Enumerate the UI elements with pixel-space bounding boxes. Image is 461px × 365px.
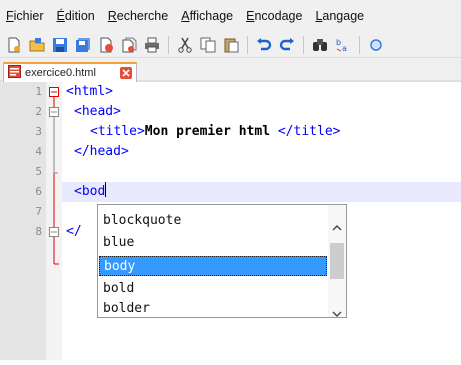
code-line-7: </ bbox=[66, 224, 82, 239]
close-all-icon[interactable] bbox=[119, 35, 139, 55]
scroll-up-icon[interactable] bbox=[332, 219, 342, 237]
new-file-icon[interactable] bbox=[4, 35, 24, 55]
tab-label: exercice0.html bbox=[25, 67, 96, 79]
toolbar: ba bbox=[0, 32, 461, 58]
toolbar-separator bbox=[359, 35, 360, 54]
replace-icon[interactable]: ba bbox=[333, 35, 353, 55]
autocomplete-item[interactable]: blue bbox=[99, 233, 327, 253]
menu-langage[interactable]: Langage bbox=[315, 9, 371, 23]
code-line-4: </head> bbox=[74, 144, 129, 159]
undo-icon[interactable] bbox=[254, 35, 274, 55]
tab-bar: exercice0.html bbox=[0, 58, 461, 82]
copy-icon[interactable] bbox=[198, 35, 218, 55]
code-line-1: <html> bbox=[66, 84, 113, 99]
menu-affichage[interactable]: Affichage bbox=[181, 9, 240, 23]
toolbar-separator bbox=[168, 35, 169, 54]
line-number: 8 bbox=[35, 225, 42, 238]
print-icon[interactable] bbox=[142, 35, 162, 55]
line-number: 4 bbox=[35, 145, 42, 158]
find-icon[interactable] bbox=[310, 35, 330, 55]
svg-text:b: b bbox=[336, 38, 341, 47]
cut-icon[interactable] bbox=[175, 35, 195, 55]
line-number: 5 bbox=[35, 165, 42, 178]
code-line-3: <title>Mon premier html </title> bbox=[90, 124, 341, 139]
autocomplete-popup: blockquote blue body bold bolder bbox=[97, 204, 347, 318]
line-number: 6 bbox=[35, 185, 42, 198]
scroll-thumb[interactable] bbox=[330, 243, 344, 279]
tab-exercice0[interactable]: exercice0.html bbox=[3, 62, 137, 82]
save-icon[interactable] bbox=[50, 35, 70, 55]
text-caret bbox=[105, 182, 107, 197]
autocomplete-item[interactable]: blockquote bbox=[99, 211, 327, 231]
toolbar-separator bbox=[303, 35, 304, 54]
svg-text:a: a bbox=[342, 44, 347, 53]
close-file-icon[interactable] bbox=[96, 35, 116, 55]
close-tab-icon[interactable] bbox=[120, 67, 132, 79]
menu-encodage[interactable]: Encodage bbox=[246, 9, 309, 23]
line-number: 1 bbox=[35, 85, 42, 98]
menu-bar: Fichier Édition Recherche Affichage Enco… bbox=[0, 0, 461, 32]
line-number: 7 bbox=[35, 205, 42, 218]
menu-edition[interactable]: Édition bbox=[57, 9, 102, 23]
redo-icon[interactable] bbox=[277, 35, 297, 55]
autocomplete-item[interactable]: bolder bbox=[99, 300, 327, 318]
paste-icon[interactable] bbox=[221, 35, 241, 55]
fold-margin bbox=[46, 82, 62, 360]
current-line-highlight bbox=[62, 182, 461, 202]
menu-recherche[interactable]: Recherche bbox=[108, 9, 175, 23]
menu-fichier[interactable]: Fichier bbox=[6, 9, 51, 23]
zoom-icon[interactable] bbox=[366, 35, 386, 55]
file-icon bbox=[8, 65, 21, 81]
open-folder-icon[interactable] bbox=[27, 35, 47, 55]
line-number: 2 bbox=[35, 105, 42, 118]
autocomplete-item-selected[interactable]: body bbox=[99, 256, 327, 276]
line-number: 3 bbox=[35, 125, 42, 138]
toolbar-separator bbox=[247, 35, 248, 54]
scroll-down-icon[interactable] bbox=[332, 305, 342, 323]
autocomplete-item[interactable]: bold bbox=[99, 279, 327, 299]
autocomplete-scrollbar[interactable] bbox=[328, 205, 346, 317]
save-all-icon[interactable] bbox=[73, 35, 93, 55]
code-line-2: <head> bbox=[74, 104, 121, 119]
code-line-5: <bod bbox=[74, 182, 107, 199]
